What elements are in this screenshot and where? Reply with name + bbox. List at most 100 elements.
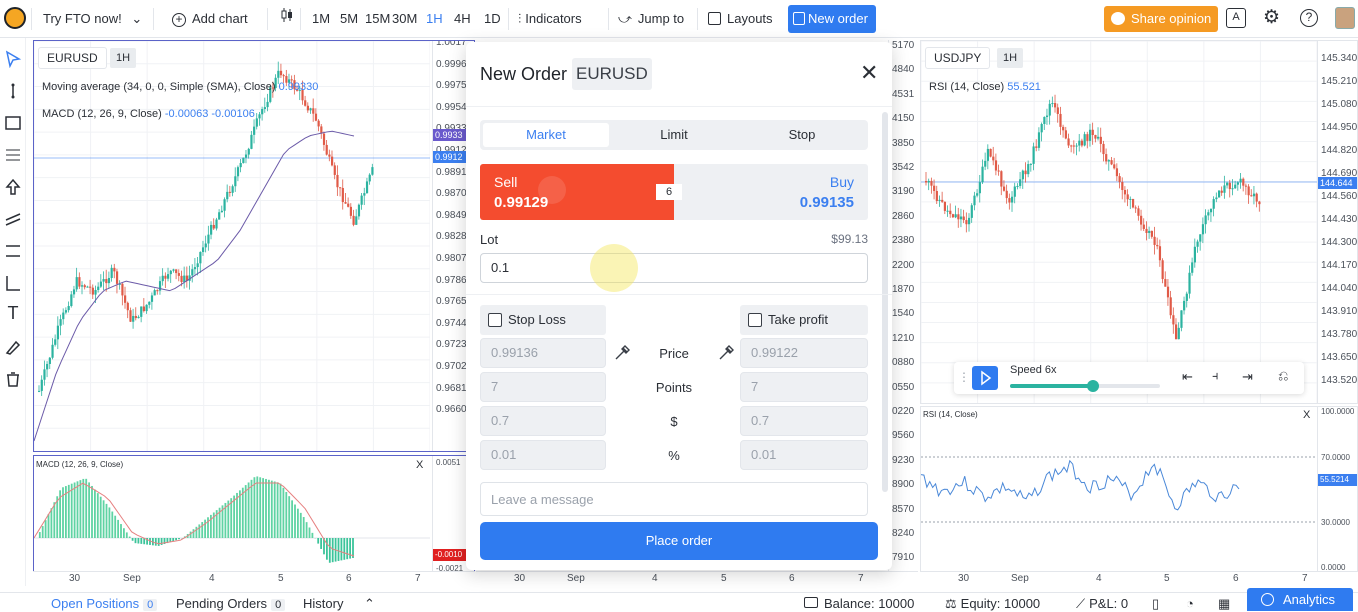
indicators-button[interactable]: ⫶Indicators bbox=[518, 6, 582, 32]
sl-percent-input[interactable]: 0.01 bbox=[480, 440, 606, 470]
step-forward-icon[interactable]: ⇥ bbox=[1242, 369, 1253, 385]
candle-body bbox=[339, 187, 341, 188]
logo-icon[interactable] bbox=[4, 7, 26, 29]
rectangle-tool-icon[interactable] bbox=[4, 114, 22, 132]
stop-loss-toggle[interactable]: Stop Loss bbox=[480, 305, 606, 335]
tab-pending-orders[interactable]: Pending Orders0 bbox=[176, 596, 285, 611]
candle-body bbox=[70, 294, 72, 306]
speed-slider-knob[interactable] bbox=[1087, 380, 1099, 392]
candle-body bbox=[232, 186, 234, 193]
line-tool-icon[interactable] bbox=[4, 82, 22, 100]
usdjpy-time-axis[interactable]: 30 Sep 4 5 6 7 bbox=[920, 571, 1358, 587]
cursor-icon[interactable] bbox=[4, 50, 22, 68]
place-order-button[interactable]: Place order bbox=[480, 522, 878, 560]
analytics-button[interactable]: Analytics bbox=[1247, 588, 1353, 611]
tp-usd-input[interactable]: 0.7 bbox=[740, 406, 868, 436]
timeframe-4h[interactable]: 4H bbox=[454, 6, 471, 32]
play-button[interactable] bbox=[972, 366, 998, 390]
text-tool-icon[interactable]: T bbox=[4, 304, 22, 322]
tp-points-input[interactable]: 7 bbox=[740, 372, 868, 402]
take-profit-checkbox[interactable] bbox=[748, 313, 762, 327]
trash-icon[interactable] bbox=[4, 370, 22, 388]
tab-open-positions[interactable]: Open Positions0 bbox=[51, 596, 157, 611]
step-back-icon[interactable]: ⇤ bbox=[1182, 369, 1193, 385]
calendar-icon[interactable]: ▦ bbox=[1218, 596, 1230, 612]
tab-history[interactable]: History bbox=[303, 596, 343, 611]
usdjpy-price-axis[interactable]: 145.340145.210145.080144.950144.820144.6… bbox=[1317, 41, 1358, 403]
candle-body bbox=[194, 267, 196, 269]
lot-amount: $99.13 bbox=[831, 232, 868, 246]
document-icon[interactable]: ▯ bbox=[1152, 596, 1159, 612]
stop-loss-checkbox[interactable] bbox=[488, 313, 502, 327]
share-opinion-button[interactable]: Share opinion bbox=[1104, 6, 1218, 32]
measure-tool-icon[interactable] bbox=[4, 274, 22, 292]
channel-tool-icon[interactable] bbox=[4, 210, 22, 228]
buy-button[interactable]: Buy 0.99135 bbox=[674, 164, 868, 220]
macd-pane[interactable]: MACD (12, 26, 9, Close) X 0.0051 -0.0010… bbox=[33, 455, 475, 572]
macd-legend[interactable]: MACD (12, 26, 9, Close) -0.00063 -0.0010… bbox=[42, 108, 255, 120]
sl-price-input[interactable]: 0.99136 bbox=[480, 338, 606, 368]
jump-to-button[interactable]: ⤻Jump to bbox=[618, 6, 684, 32]
modal-title: New Order bbox=[480, 64, 567, 85]
take-profit-toggle[interactable]: Take profit bbox=[740, 305, 868, 335]
modal-symbol[interactable]: EURUSD bbox=[572, 58, 652, 90]
parallel-lines-icon[interactable] bbox=[4, 242, 22, 260]
tab-market[interactable]: Market bbox=[483, 123, 609, 147]
symbol-box[interactable]: EURUSD bbox=[38, 47, 107, 69]
tp-percent-input[interactable]: 0.01 bbox=[740, 440, 868, 470]
rsi-pane[interactable]: RSI (14, Close) X 100.0000 70.0000 55.52… bbox=[920, 406, 1358, 572]
price-axis-label: 144.300 bbox=[1321, 237, 1357, 248]
sl-points-input[interactable]: 7 bbox=[480, 372, 606, 402]
chevron-up-icon[interactable]: ⌃ bbox=[364, 596, 375, 612]
tab-limit[interactable]: Limit bbox=[611, 123, 737, 147]
candle-body bbox=[97, 287, 99, 290]
new-order-button[interactable]: New order bbox=[788, 5, 876, 33]
brush-tool-icon[interactable] bbox=[4, 338, 22, 356]
arrow-up-icon[interactable] bbox=[4, 178, 22, 196]
macd-bar bbox=[274, 481, 276, 538]
plus-circle-icon: + bbox=[172, 13, 186, 27]
add-chart-button[interactable]: +Add chart bbox=[172, 6, 248, 32]
candle-body bbox=[1202, 224, 1204, 234]
gauge-icon[interactable]: ◔ bbox=[1186, 596, 1194, 611]
eyedropper-icon[interactable] bbox=[717, 344, 735, 362]
step-center-icon[interactable]: ⫞ bbox=[1212, 368, 1219, 384]
fibonacci-icon[interactable] bbox=[4, 146, 22, 164]
rsi-legend[interactable]: RSI (14, Close) 55.521 bbox=[929, 81, 1041, 93]
sell-button[interactable]: Sell 0.99129 bbox=[480, 164, 674, 220]
symbol-label: USDJPY bbox=[934, 51, 981, 65]
eurusd-time-axis[interactable]: 30 Sep 4 5 6 7 bbox=[33, 571, 475, 587]
candle-body bbox=[1148, 231, 1150, 233]
timeframe-1h[interactable]: 1H bbox=[426, 6, 443, 32]
tp-price-input[interactable]: 0.99122 bbox=[740, 338, 868, 368]
close-macd-icon[interactable]: X bbox=[416, 459, 423, 471]
sl-usd-input[interactable]: 0.7 bbox=[480, 406, 606, 436]
usdjpy-chart[interactable]: USDJPY 1H RSI (14, Close) 55.521 145.340… bbox=[920, 40, 1358, 404]
message-input[interactable]: Leave a message bbox=[480, 482, 868, 516]
candle-type-icon[interactable] bbox=[280, 6, 294, 32]
timeframe-15m[interactable]: 15M bbox=[365, 6, 390, 32]
try-fto-button[interactable]: Try FTO now! ⌄ bbox=[43, 6, 142, 32]
tab-stop[interactable]: Stop bbox=[739, 123, 865, 147]
timeframe-1m[interactable]: 1M bbox=[312, 6, 330, 32]
eurusd-chart[interactable]: EURUSD 1H Moving average (34, 0, 0, Simp… bbox=[33, 40, 475, 452]
candle-body bbox=[207, 235, 209, 244]
layouts-button[interactable]: Layouts bbox=[708, 6, 773, 32]
exit-replay-icon[interactable]: ⎌ bbox=[1278, 368, 1288, 384]
timeframe-30m[interactable]: 30M bbox=[392, 6, 417, 32]
symbol-box[interactable]: USDJPY bbox=[925, 47, 990, 69]
timeframe-1d[interactable]: 1D bbox=[484, 6, 501, 32]
modal-scrollbar[interactable] bbox=[882, 112, 888, 492]
timeframe-5m[interactable]: 5M bbox=[340, 6, 358, 32]
macd-bar bbox=[236, 493, 238, 538]
close-icon[interactable]: ✕ bbox=[860, 62, 878, 84]
candle-body bbox=[1116, 168, 1118, 176]
speed-slider[interactable] bbox=[1010, 384, 1160, 388]
settings-gear-icon[interactable]: ⚙ bbox=[1263, 7, 1280, 29]
avatar[interactable] bbox=[1335, 7, 1355, 29]
help-icon[interactable]: ? bbox=[1300, 9, 1318, 27]
ma-legend[interactable]: Moving average (34, 0, 0, Simple (SMA), … bbox=[42, 81, 318, 93]
ai-button[interactable]: A bbox=[1226, 8, 1246, 28]
lot-input[interactable]: 0.1 bbox=[480, 253, 868, 283]
close-rsi-icon[interactable]: X bbox=[1303, 409, 1310, 421]
